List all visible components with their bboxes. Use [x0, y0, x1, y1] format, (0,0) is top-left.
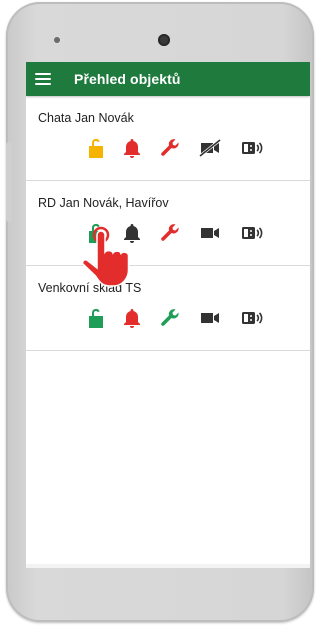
list-item[interactable]: Venkovní sklad TS	[26, 266, 310, 351]
bell-icon[interactable]	[120, 221, 144, 245]
camera-off-icon[interactable]	[198, 136, 222, 160]
phone-frame: Přehled objektů Chata Jan Novák RD Jan N…	[6, 2, 314, 622]
object-name: RD Jan Novák, Havířov	[38, 196, 169, 210]
side-button	[6, 142, 12, 222]
object-name: Chata Jan Novák	[38, 111, 134, 125]
app-bar: Přehled objektů	[26, 62, 310, 96]
screen-bottom-edge	[26, 564, 310, 568]
video-camera-icon[interactable]	[198, 221, 222, 245]
hamburger-menu-icon[interactable]	[35, 73, 51, 85]
object-list: Chata Jan Novák RD Jan Novák, Havířov Ve…	[26, 96, 310, 351]
wrench-icon[interactable]	[158, 306, 182, 330]
page-title: Přehled objektů	[74, 71, 181, 87]
list-item[interactable]: RD Jan Novák, Havířov	[26, 181, 310, 266]
sensor-dot	[54, 37, 60, 43]
app-screen: Přehled objektů Chata Jan Novák RD Jan N…	[26, 62, 310, 568]
list-item[interactable]: Chata Jan Novák	[26, 96, 310, 181]
bell-icon[interactable]	[120, 306, 144, 330]
lock-open-icon[interactable]	[84, 306, 108, 330]
bell-icon[interactable]	[120, 136, 144, 160]
intercom-icon[interactable]	[240, 306, 264, 330]
intercom-icon[interactable]	[240, 136, 264, 160]
wrench-icon[interactable]	[158, 221, 182, 245]
lock-open-icon[interactable]	[84, 136, 108, 160]
video-camera-icon[interactable]	[198, 306, 222, 330]
wrench-icon[interactable]	[158, 136, 182, 160]
intercom-icon[interactable]	[240, 221, 264, 245]
lock-open-icon[interactable]	[84, 221, 108, 245]
front-camera	[158, 34, 170, 46]
object-name: Venkovní sklad TS	[38, 281, 142, 295]
